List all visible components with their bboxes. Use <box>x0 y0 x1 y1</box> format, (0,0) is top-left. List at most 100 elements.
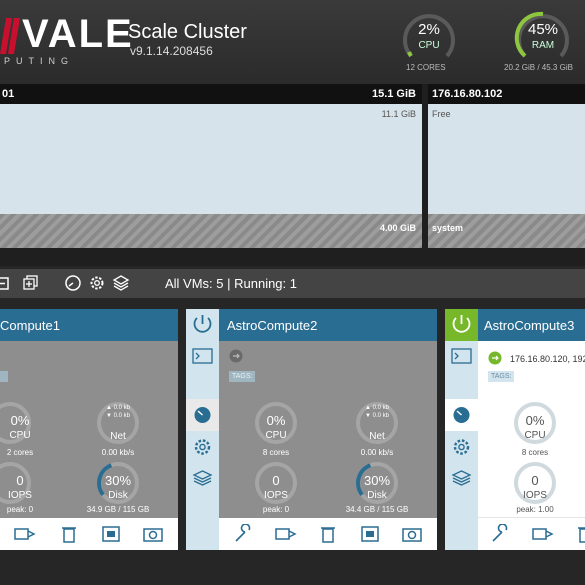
vm-name: Compute1 <box>0 318 60 333</box>
vm3-layers-button[interactable] <box>445 463 478 495</box>
iops-peak: peak: 0 <box>262 505 290 514</box>
gear-icon <box>194 439 211 455</box>
power-icon <box>452 315 471 333</box>
layers-icon[interactable] <box>112 274 130 292</box>
expand-icon[interactable] <box>22 274 40 292</box>
vm-actions <box>219 518 437 550</box>
tags-badge[interactable]: TAGS: <box>229 371 256 382</box>
trash-icon[interactable] <box>58 524 80 544</box>
net-label: Net <box>369 431 385 442</box>
snapshot-icon[interactable] <box>100 524 122 544</box>
net-down: ▼ 0.0 kb <box>106 413 130 419</box>
vm2-console-button[interactable] <box>186 341 219 373</box>
iops-peak: peak: 0 <box>6 505 34 514</box>
ram-label: RAM <box>531 40 555 51</box>
node2-header[interactable]: 176.16.80.102 <box>428 84 585 104</box>
vm-name: AstroCompute2 <box>227 318 318 333</box>
node2-free-label: Free <box>432 109 451 119</box>
storage-panel: 01 15.1 GiB 11.1 GiB 4.00 GiB 176.16.80.… <box>0 84 585 266</box>
node2-ip: 176.16.80.102 <box>432 88 503 100</box>
net-label: Net <box>110 431 126 442</box>
vm-name: AstroCompute3 <box>484 318 575 333</box>
layers-icon <box>192 470 213 486</box>
node1-usage: 11.1 GiB <box>0 104 422 214</box>
status-running-icon <box>488 351 502 365</box>
collapse-icon[interactable] <box>0 274 12 292</box>
node1-used: 11.1 GiB <box>381 109 416 119</box>
console-icon <box>192 348 213 364</box>
disk-usage: 34.9 GB / 115 GB <box>86 505 150 514</box>
status-stopped-icon <box>229 349 243 363</box>
trash-icon[interactable] <box>317 524 339 544</box>
cpu-value: 0% <box>10 413 30 428</box>
vm3-settings-button[interactable] <box>445 431 478 463</box>
cpu-label: CPU <box>9 430 31 441</box>
tags-badge[interactable]: TAGS: <box>488 371 515 382</box>
cpu-percent: 2% <box>418 21 440 38</box>
cpu-cores: 8 cores <box>262 448 290 457</box>
move-icon[interactable] <box>532 524 554 544</box>
logo-text: VALE <box>22 12 134 56</box>
console-icon <box>451 348 472 364</box>
vm3-dashboard-button[interactable] <box>445 399 478 431</box>
disk-usage: 34.4 GB / 115 GB <box>345 505 409 514</box>
vm-card-header[interactable]: AstroCompute2 <box>219 309 437 341</box>
ram-gauge: 45% RAM <box>513 8 573 68</box>
vm3-sidebar <box>445 309 478 550</box>
dashboard-icon[interactable] <box>64 274 82 292</box>
vm-card-astrocompute2[interactable]: AstroCompute2 TAGS: 0% CPU 8 cores ▲ 0.0… <box>219 309 437 550</box>
node1-system: 4.00 GiB <box>0 214 422 248</box>
vm-actions <box>478 517 585 550</box>
ram-usage: 20.2 GiB / 45.3 GiB <box>504 63 573 72</box>
disk-label: Disk <box>108 490 128 501</box>
cpu-label: CPU <box>418 40 440 51</box>
logo-mark <box>0 18 20 54</box>
logo-subtext: PUTING <box>4 56 75 66</box>
vm-toolbar: All VMs: 5 | Running: 1 <box>0 269 585 298</box>
camera-icon[interactable] <box>401 524 423 544</box>
cpu-cores: 2 cores <box>6 448 34 457</box>
net-up: ▲ 0.0 kb <box>106 405 130 411</box>
cpu-value: 0% <box>525 413 545 428</box>
iops-value: 0 <box>16 473 24 488</box>
gear-icon <box>453 439 470 455</box>
vm3-console-button[interactable] <box>445 341 478 373</box>
vm2-sidebar <box>186 309 219 550</box>
wrench-icon[interactable] <box>233 524 255 544</box>
layers-icon <box>451 470 472 486</box>
cluster-title: Scale Cluster <box>128 21 247 43</box>
camera-icon[interactable] <box>142 524 164 544</box>
node2-usage: Free <box>428 104 585 214</box>
cluster-version: v9.1.14.208456 <box>130 44 213 58</box>
gear-icon[interactable] <box>88 274 106 292</box>
vm2-power-button[interactable] <box>186 309 219 341</box>
vm-summary: All VMs: 5 | Running: 1 <box>165 276 297 291</box>
vm-card-compute1[interactable]: Compute1 0% CPU 2 cores ▲ 0.0 kb ▼ 0.0 k… <box>0 309 178 550</box>
power-icon <box>193 315 212 333</box>
iops-label: IOPS <box>264 490 288 501</box>
trash-icon[interactable] <box>574 524 585 544</box>
vm2-layers-button[interactable] <box>186 463 219 495</box>
wrench-icon[interactable] <box>490 524 512 544</box>
cpu-cores: 8 cores <box>521 448 549 457</box>
vm2-dashboard-button[interactable] <box>186 399 219 431</box>
move-icon[interactable] <box>14 524 36 544</box>
cluster-header: VALE PUTING Scale Cluster v9.1.14.208456… <box>0 0 585 84</box>
iops-label: IOPS <box>523 490 547 501</box>
ram-percent: 45% <box>527 21 559 38</box>
vm-card-header[interactable]: Compute1 <box>0 309 178 341</box>
dashboard-icon <box>453 407 470 423</box>
cpu-cores: 12 CORES <box>406 63 446 72</box>
disk-value: 30% <box>363 473 391 488</box>
snapshot-icon[interactable] <box>359 524 381 544</box>
node1-header[interactable]: 01 15.1 GiB <box>0 84 422 104</box>
cpu-gauge-ring <box>403 14 455 58</box>
vm3-power-button[interactable] <box>445 309 478 341</box>
vm-card-astrocompute3[interactable]: AstroCompute3 176.16.80.120, 192 TAGS: 0… <box>478 309 585 550</box>
ram-gauge-ring <box>514 11 569 58</box>
cpu-gauge: 2% CPU <box>399 8 459 68</box>
move-icon[interactable] <box>275 524 297 544</box>
vm-ip: 176.16.80.120, 192 <box>510 354 585 364</box>
vm-card-header[interactable]: AstroCompute3 <box>478 309 585 341</box>
vm2-settings-button[interactable] <box>186 431 219 463</box>
